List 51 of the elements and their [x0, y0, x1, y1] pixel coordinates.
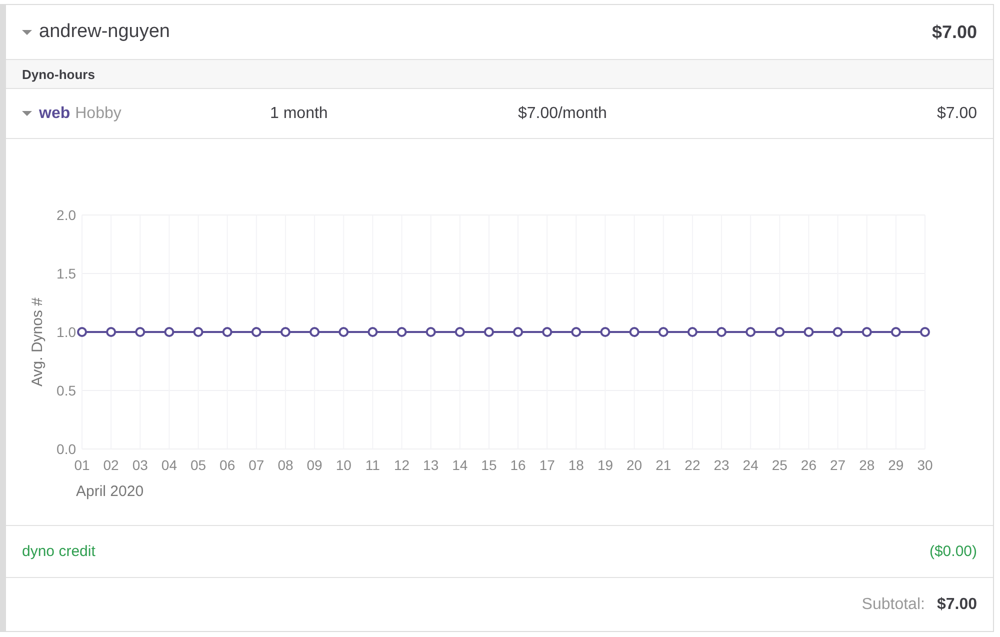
x-tick-label: 26 [800, 457, 817, 473]
account-name: andrew-nguyen [39, 21, 170, 43]
x-tick-label: 21 [656, 457, 672, 473]
x-tick-label: 28 [859, 457, 875, 473]
x-tick-label: 25 [772, 457, 788, 473]
x-tick-label: 23 [714, 457, 730, 473]
x-tick-label: 22 [684, 457, 700, 473]
x-tick-label: 30 [917, 457, 933, 473]
amount: $7.00 [936, 104, 977, 122]
axis-title: Avg. Dynos # [29, 298, 46, 386]
x-tick-label: 02 [103, 457, 119, 473]
caret-icon[interactable] [22, 111, 32, 116]
section-title: Dyno-hours [22, 66, 95, 82]
x-tick-label: 20 [626, 457, 642, 473]
credit-label: dyno credit [22, 543, 96, 560]
x-tick-label: 24 [742, 457, 758, 473]
caret-icon[interactable] [22, 30, 32, 34]
x-tick-label: 06 [220, 457, 236, 473]
subtotal-amount: $7.00 [936, 596, 977, 614]
x-tick-label: 19 [597, 457, 614, 473]
credit-amount: ($0.00) [929, 543, 977, 560]
x-tick-label: 03 [132, 457, 148, 473]
x-tick-label: 29 [888, 457, 904, 473]
x-tick-label: 17 [539, 457, 555, 473]
axis-title: April 2020 [76, 483, 144, 500]
tier-label: Hobby [75, 104, 122, 122]
rate: $7.00/month [518, 104, 607, 122]
duration: 1 month [270, 104, 328, 122]
x-tick-label: 12 [394, 457, 410, 473]
x-tick-label: 05 [190, 457, 206, 473]
x-tick-label: 08 [278, 457, 294, 473]
y-tick-label: 1.0 [56, 324, 76, 340]
x-tick-label: 13 [423, 457, 439, 473]
x-tick-label: 10 [336, 457, 352, 473]
x-tick-label: 01 [74, 457, 90, 473]
y-tick-label: 0.0 [56, 441, 76, 457]
dyno-name: web [39, 104, 70, 122]
x-tick-label: 15 [481, 457, 497, 473]
y-tick-label: 2.0 [56, 207, 76, 223]
x-tick-label: 07 [248, 457, 264, 473]
x-tick-label: 09 [306, 457, 322, 473]
x-tick-label: 11 [365, 457, 380, 473]
x-tick-label: 16 [510, 457, 526, 473]
y-tick-label: 0.5 [56, 382, 76, 398]
x-tick-label: 04 [161, 457, 177, 473]
subtotal-label: Subtotal: [862, 596, 925, 614]
account-total: $7.00 [932, 22, 977, 42]
x-tick-label: 18 [568, 457, 584, 473]
x-tick-label: 27 [830, 457, 846, 473]
y-tick-label: 1.5 [56, 266, 76, 282]
x-tick-label: 14 [452, 457, 468, 473]
